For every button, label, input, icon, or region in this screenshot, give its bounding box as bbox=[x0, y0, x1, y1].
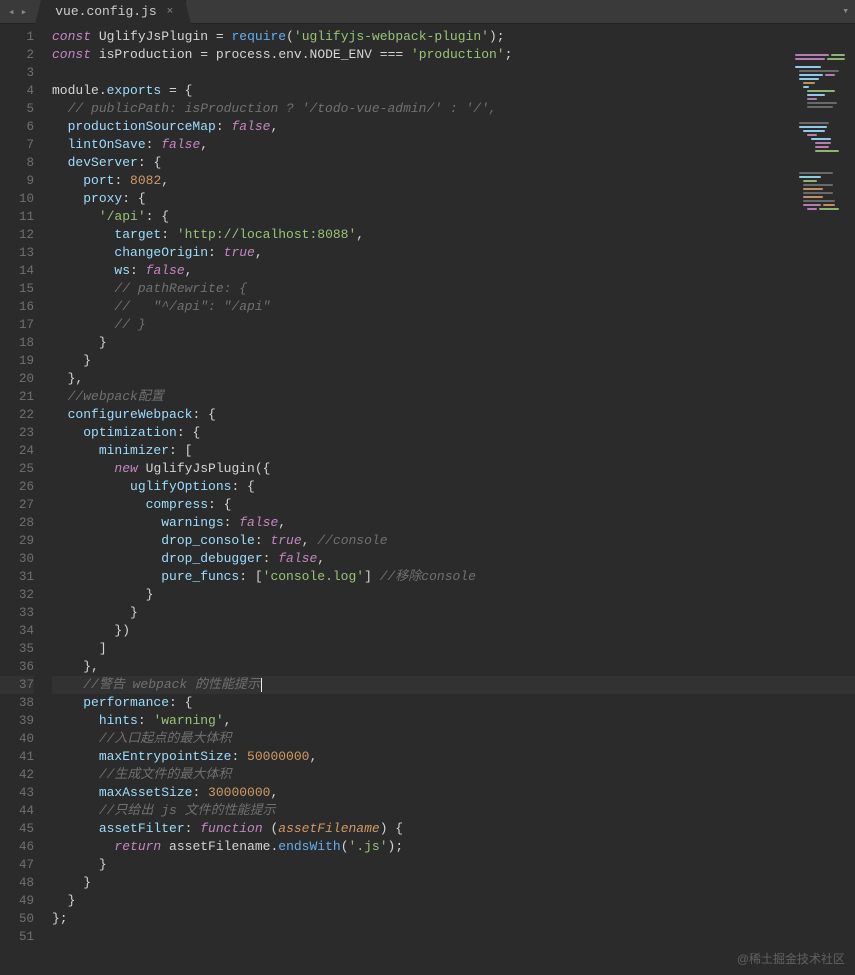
line-gutter: 1234567891011121314151617181920212223242… bbox=[0, 24, 44, 975]
tab-label: vue.config.js bbox=[55, 4, 156, 19]
editor: 1234567891011121314151617181920212223242… bbox=[0, 24, 855, 975]
file-tab[interactable]: vue.config.js × bbox=[41, 0, 186, 24]
nav-back-icon[interactable]: ◂ bbox=[6, 5, 17, 19]
nav-forward-icon[interactable]: ▸ bbox=[19, 5, 30, 19]
close-icon[interactable]: × bbox=[165, 6, 176, 18]
nav-arrows: ◂ ▸ bbox=[0, 5, 35, 19]
watermark: @稀土掘金技术社区 bbox=[737, 950, 845, 967]
titlebar: ◂ ▸ vue.config.js × ▾ bbox=[0, 0, 855, 24]
tab-menu-caret-icon[interactable]: ▾ bbox=[842, 4, 849, 18]
code-area[interactable]: const UglifyJsPlugin = require('uglifyjs… bbox=[44, 24, 855, 975]
